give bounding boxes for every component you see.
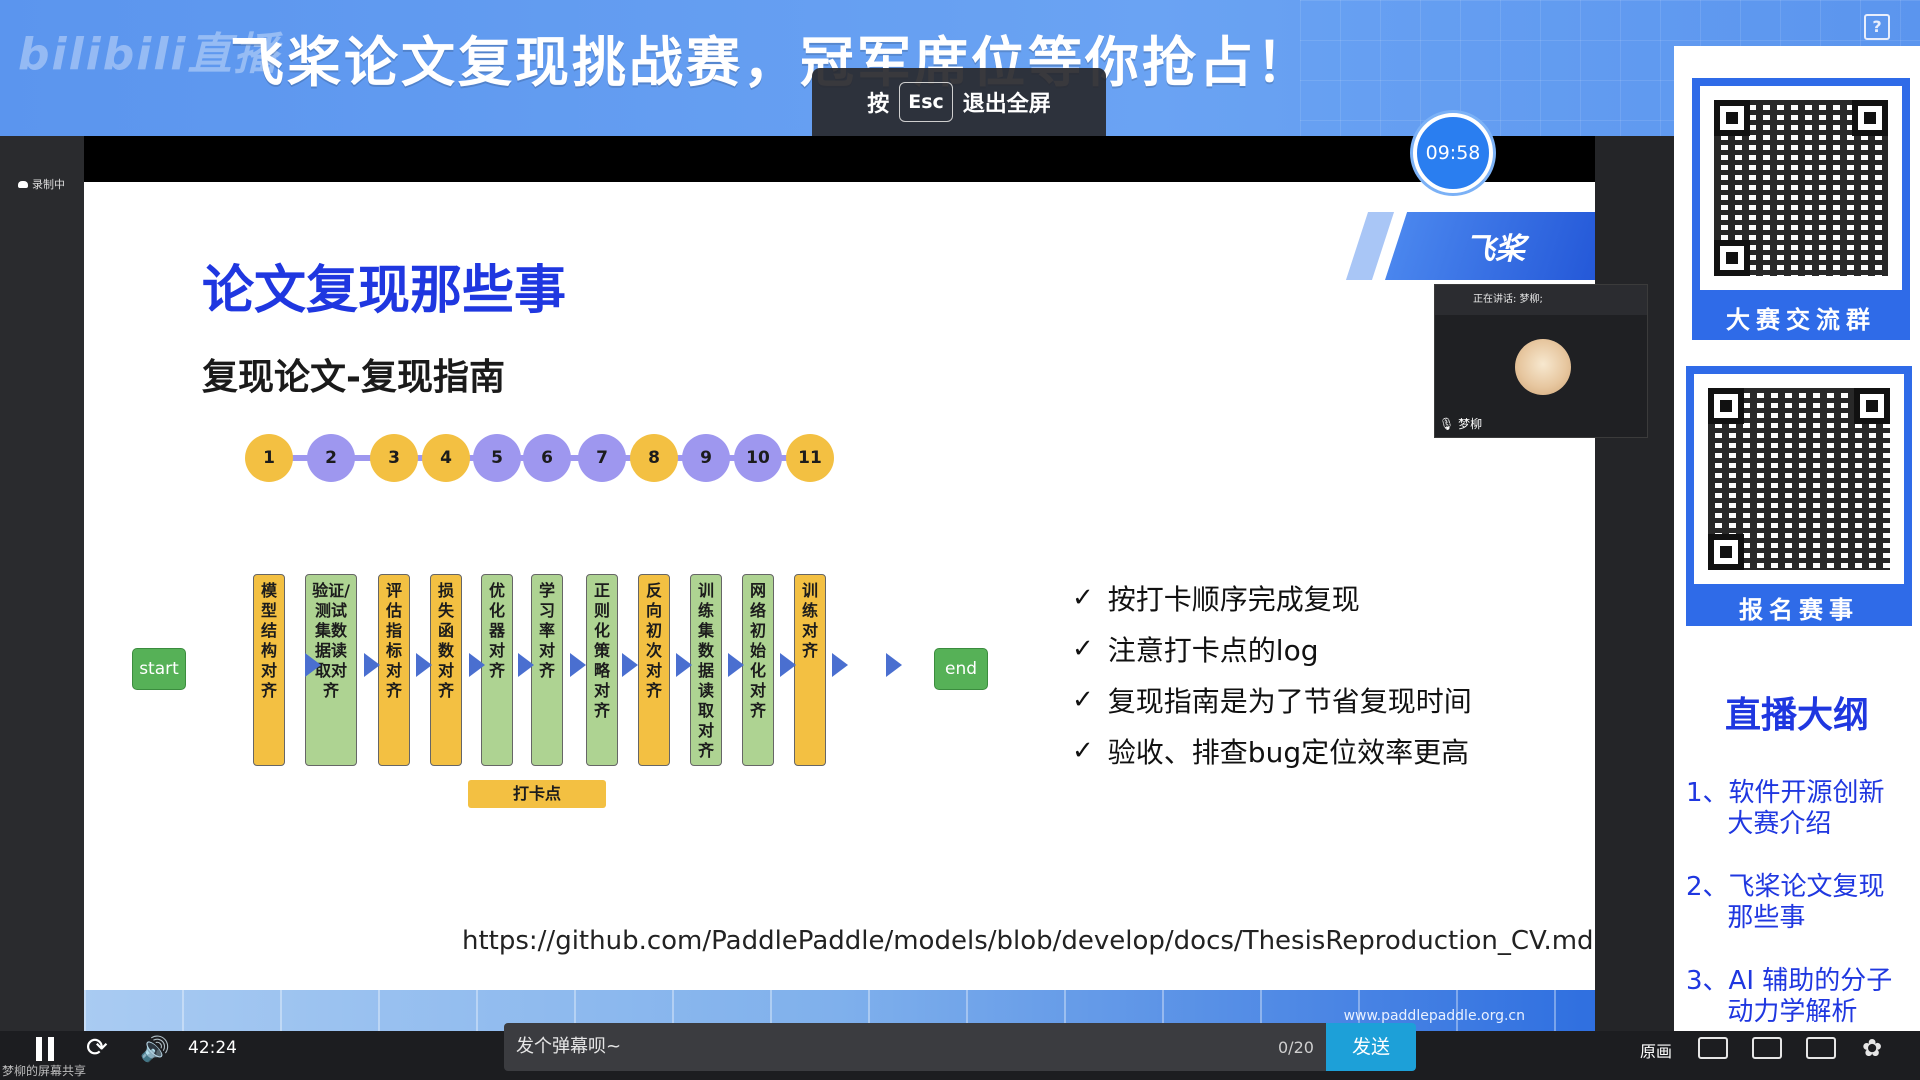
refresh-icon[interactable]: ⟳ xyxy=(86,1035,112,1061)
checkin-point-label: 打卡点 xyxy=(468,780,606,808)
microphone-icon: 🎙 xyxy=(1439,417,1455,431)
brand-stripe xyxy=(1345,212,1395,280)
cloud-icon xyxy=(18,180,28,188)
step-7-box: 正则化策略对齐 xyxy=(586,574,618,766)
speaker-avatar xyxy=(1515,339,1571,395)
web-fullscreen-icon[interactable] xyxy=(1806,1037,1836,1059)
quality-selector[interactable]: 原画 xyxy=(1640,1038,1672,1062)
key-point-text: 注意打卡点的log xyxy=(1107,633,1319,667)
key-point-item: ✓ 注意打卡点的log xyxy=(1072,623,1472,674)
flow-arrow xyxy=(832,653,848,677)
check-icon: ✓ xyxy=(1072,735,1094,766)
step-5-box: 优化器对齐 xyxy=(481,574,513,766)
outline-item-2: 2、飞桨论文复现 那些事 xyxy=(1686,872,1885,933)
key-point-item: ✓ 验收、排查bug定位效率更高 xyxy=(1072,725,1472,776)
step-10-number: 10 xyxy=(734,434,782,482)
paddlepaddle-logo: 飞桨 xyxy=(1465,232,1525,267)
step-11-box: 训练对齐 xyxy=(794,574,826,766)
speaker-video-tile[interactable]: 正在讲话: 梦柳; 🎙 梦柳 xyxy=(1434,284,1648,438)
recording-status: 录制中 xyxy=(18,176,65,192)
flow-arrow xyxy=(780,653,796,677)
presentation-slide: 论文复现那些事 复现论文-复现指南 飞桨 start end 打卡点 ✓ 按打卡顺… xyxy=(84,182,1595,1032)
step-1-box: 模型结构对齐 xyxy=(253,574,285,766)
outline-item-3: 3、AI 辅助的分子 动力学解析 xyxy=(1686,966,1893,1027)
key-point-text: 验收、排查bug定位效率更高 xyxy=(1107,735,1470,769)
flow-arrow xyxy=(728,653,744,677)
step-9-number: 9 xyxy=(682,434,730,482)
screen-share-label: 梦柳的屏幕共享 xyxy=(2,1064,87,1078)
picture-in-picture-icon[interactable] xyxy=(1698,1037,1728,1059)
volume-icon[interactable]: 🔊 xyxy=(140,1035,170,1063)
flow-arrow xyxy=(570,653,586,677)
flow-arrow xyxy=(305,653,321,677)
step-10-box: 网络初始化对齐 xyxy=(742,574,774,766)
outline-title: 直播大纲 xyxy=(1724,695,1869,736)
step-1-number: 1 xyxy=(245,434,293,482)
banner-title: 飞桨论文复现挑战赛，冠军席位等你抢占！ xyxy=(230,31,1313,94)
flow-arrow xyxy=(518,653,534,677)
speaking-status: 正在讲话: 梦柳; xyxy=(1435,285,1647,315)
elapsed-time: 42:24 xyxy=(188,1038,237,1058)
check-icon: ✓ xyxy=(1072,633,1094,664)
flow-arrow xyxy=(364,653,380,677)
slide-title: 论文复现那些事 xyxy=(202,261,567,321)
step-2-number: 2 xyxy=(307,434,355,482)
check-icon: ✓ xyxy=(1072,582,1094,613)
step-3-box: 评估指标对齐 xyxy=(378,574,410,766)
footer-url: www.paddlepaddle.org.cn xyxy=(1343,1008,1525,1024)
esc-key: Esc xyxy=(899,82,953,122)
settings-icon[interactable]: ✿ xyxy=(1862,1034,1882,1062)
key-point-text: 按打卡顺序完成复现 xyxy=(1107,582,1360,616)
danmaku-input[interactable]: 发个弹幕呗~ xyxy=(504,1023,1326,1071)
flow-arrow xyxy=(676,653,692,677)
step-11-number: 11 xyxy=(786,434,834,482)
step-8-number: 8 xyxy=(630,434,678,482)
flow-arrow xyxy=(886,653,902,677)
left-video-margin xyxy=(0,136,84,1031)
guide-url: https://github.com/PaddlePaddle/models/b… xyxy=(462,926,1594,956)
pause-icon[interactable] xyxy=(36,1037,54,1061)
step-9-box: 训练集数据读取对齐 xyxy=(690,574,722,766)
help-icon[interactable]: ? xyxy=(1864,14,1890,40)
qr-signup-caption: 报名赛事 xyxy=(1739,596,1859,624)
slide-subtitle: 复现论文-复现指南 xyxy=(202,357,505,398)
qr-card-signup: 报名赛事 xyxy=(1686,366,1912,626)
step-5-number: 5 xyxy=(473,434,521,482)
step-7-number: 7 xyxy=(578,434,626,482)
countdown-timer: 09:58 xyxy=(1413,113,1493,193)
step-6-number: 6 xyxy=(523,434,571,482)
esc-hint-suffix: 退出全屏 xyxy=(962,92,1051,117)
outline-item-1: 1、软件开源创新 大赛介绍 xyxy=(1686,778,1885,839)
flow-arrow xyxy=(416,653,432,677)
esc-hint-prefix: 按 xyxy=(867,92,890,117)
key-points-list: ✓ 按打卡顺序完成复现 ✓ 注意打卡点的log ✓ 复现指南是为了节省复现时间 ✓ 验收、排查… xyxy=(1072,572,1472,776)
danmaku-toggle-icon[interactable] xyxy=(1752,1037,1782,1059)
danmaku-char-count: 0/20 xyxy=(1278,1038,1314,1057)
step-4-number: 4 xyxy=(422,434,470,482)
flow-start: start xyxy=(132,648,186,690)
step-4-box: 损失函数对齐 xyxy=(430,574,462,766)
check-icon: ✓ xyxy=(1072,684,1094,715)
flow-arrow xyxy=(469,653,485,677)
flow-end: end xyxy=(934,648,988,690)
step-8-box: 反向初次对齐 xyxy=(638,574,670,766)
qr-card-community: 大赛交流群 xyxy=(1692,78,1910,340)
qr-community-caption: 大赛交流群 xyxy=(1726,306,1876,334)
speaker-name: 梦柳 xyxy=(1458,417,1483,431)
speaker-name-tag: 🎙 梦柳 xyxy=(1439,415,1482,432)
send-danmaku-button[interactable]: 发送 xyxy=(1326,1023,1416,1071)
key-point-item: ✓ 按打卡顺序完成复现 xyxy=(1072,572,1472,623)
step-6-box: 学习率对齐 xyxy=(531,574,563,766)
slide-top-bar xyxy=(84,136,1595,182)
flow-arrow xyxy=(622,653,638,677)
step-3-number: 3 xyxy=(370,434,418,482)
key-point-text: 复现指南是为了节省复现时间 xyxy=(1107,684,1472,718)
exit-fullscreen-hint: 按 Esc 退出全屏 xyxy=(812,68,1106,136)
key-point-item: ✓ 复现指南是为了节省复现时间 xyxy=(1072,674,1472,725)
recording-label: 录制中 xyxy=(32,178,65,191)
